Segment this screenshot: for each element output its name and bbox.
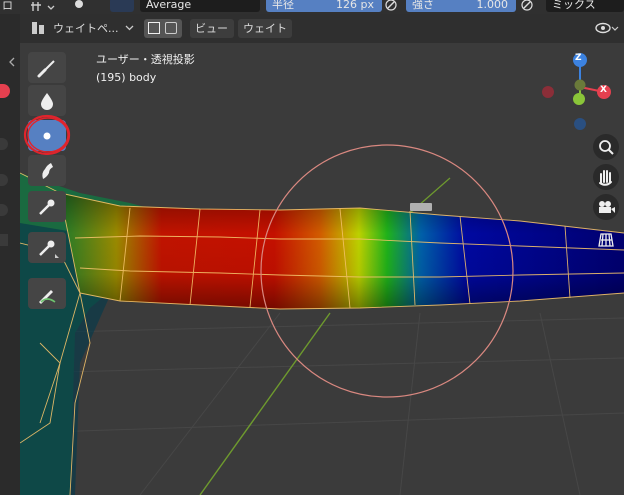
hand-icon[interactable] — [593, 164, 619, 190]
mask-toggle-group[interactable] — [144, 19, 182, 38]
mode-label: ウェイトペ... — [53, 22, 119, 35]
gradient-tool-button[interactable] — [28, 232, 66, 263]
chevron-down-icon — [125, 19, 134, 38]
z-negative-axis-icon — [574, 118, 586, 130]
visibility-eye-icon[interactable] — [594, 19, 620, 38]
nav-fragment-icon[interactable] — [0, 204, 8, 216]
z-axis-label: Z — [575, 53, 582, 63]
zoom-icon[interactable] — [593, 134, 619, 160]
y-axis-line — [199, 312, 331, 495]
blend-field[interactable]: Average — [140, 0, 260, 12]
strength-label: 強さ — [412, 0, 434, 11]
mix-field[interactable]: ミックス — [546, 0, 624, 12]
view-menu[interactable]: ビュー — [190, 19, 234, 38]
radius-field[interactable]: 半径 126 px — [266, 0, 382, 12]
tool-header: ウェイトペ... ビュー ウェイト — [20, 14, 624, 43]
weight-menu[interactable]: ウェイト — [238, 19, 292, 38]
header-menu-icon[interactable] — [30, 0, 58, 12]
x-axis-fragment-icon — [0, 84, 10, 98]
floor-grid — [20, 312, 624, 495]
x-negative-axis-icon — [542, 86, 554, 98]
y-axis-icon — [573, 93, 585, 105]
brush-tool-button[interactable] — [28, 52, 66, 83]
nav-fragment-icon[interactable] — [0, 174, 8, 186]
radius-label: 半径 — [272, 0, 294, 11]
weight-paint-mode-icon — [30, 20, 46, 36]
mesh-canvas[interactable] — [20, 43, 624, 495]
radius-pressure-icon[interactable] — [384, 0, 398, 12]
3d-viewport[interactable]: ユーザー・透視投影 (195) body Z X — [20, 43, 624, 495]
face-mask-icon[interactable] — [148, 22, 160, 34]
y-negative-axis-icon — [574, 79, 586, 91]
smear-icon — [42, 163, 53, 179]
navigation-gizmo[interactable]: Z X — [540, 51, 624, 141]
view-name: ユーザー・透視投影 — [96, 53, 195, 66]
grid-icon[interactable] — [593, 226, 619, 252]
annotate-icon — [39, 290, 56, 304]
object-origin-marker — [410, 203, 432, 211]
sun-icon[interactable] — [70, 0, 88, 13]
gradient-icon — [39, 240, 59, 258]
strength-value: 1.000 — [476, 0, 509, 11]
collapse-arrow-icon[interactable] — [6, 56, 18, 68]
sample-weight-icon — [39, 199, 55, 215]
radius-value: 126 px — [336, 0, 374, 11]
annotate-tool-button[interactable] — [28, 278, 66, 309]
brush-preview-icon[interactable] — [110, 0, 134, 12]
header-left-fragment: ロ — [2, 0, 13, 12]
vertex-mask-icon[interactable] — [165, 22, 177, 34]
left-edge-panel — [0, 14, 20, 495]
grid-fragment-icon[interactable] — [0, 234, 8, 246]
camera-icon[interactable] — [593, 194, 619, 220]
red-highlight-circle — [23, 114, 71, 156]
object-info: (195) body — [96, 71, 157, 84]
strength-pressure-icon[interactable] — [520, 0, 534, 12]
sample-weight-tool-button[interactable] — [28, 191, 66, 222]
strength-field[interactable]: 強さ 1.000 — [406, 0, 516, 12]
brush-icon — [37, 60, 55, 78]
blur-drop-icon — [41, 93, 53, 110]
x-axis-label: X — [600, 85, 607, 95]
mode-selector[interactable]: ウェイトペ... — [48, 19, 136, 38]
nav-fragment-icon[interactable] — [0, 138, 8, 150]
top-header: ロ Average 半径 126 px 強さ 1.000 ミックス — [0, 0, 624, 14]
smear-tool-button[interactable] — [28, 155, 66, 186]
